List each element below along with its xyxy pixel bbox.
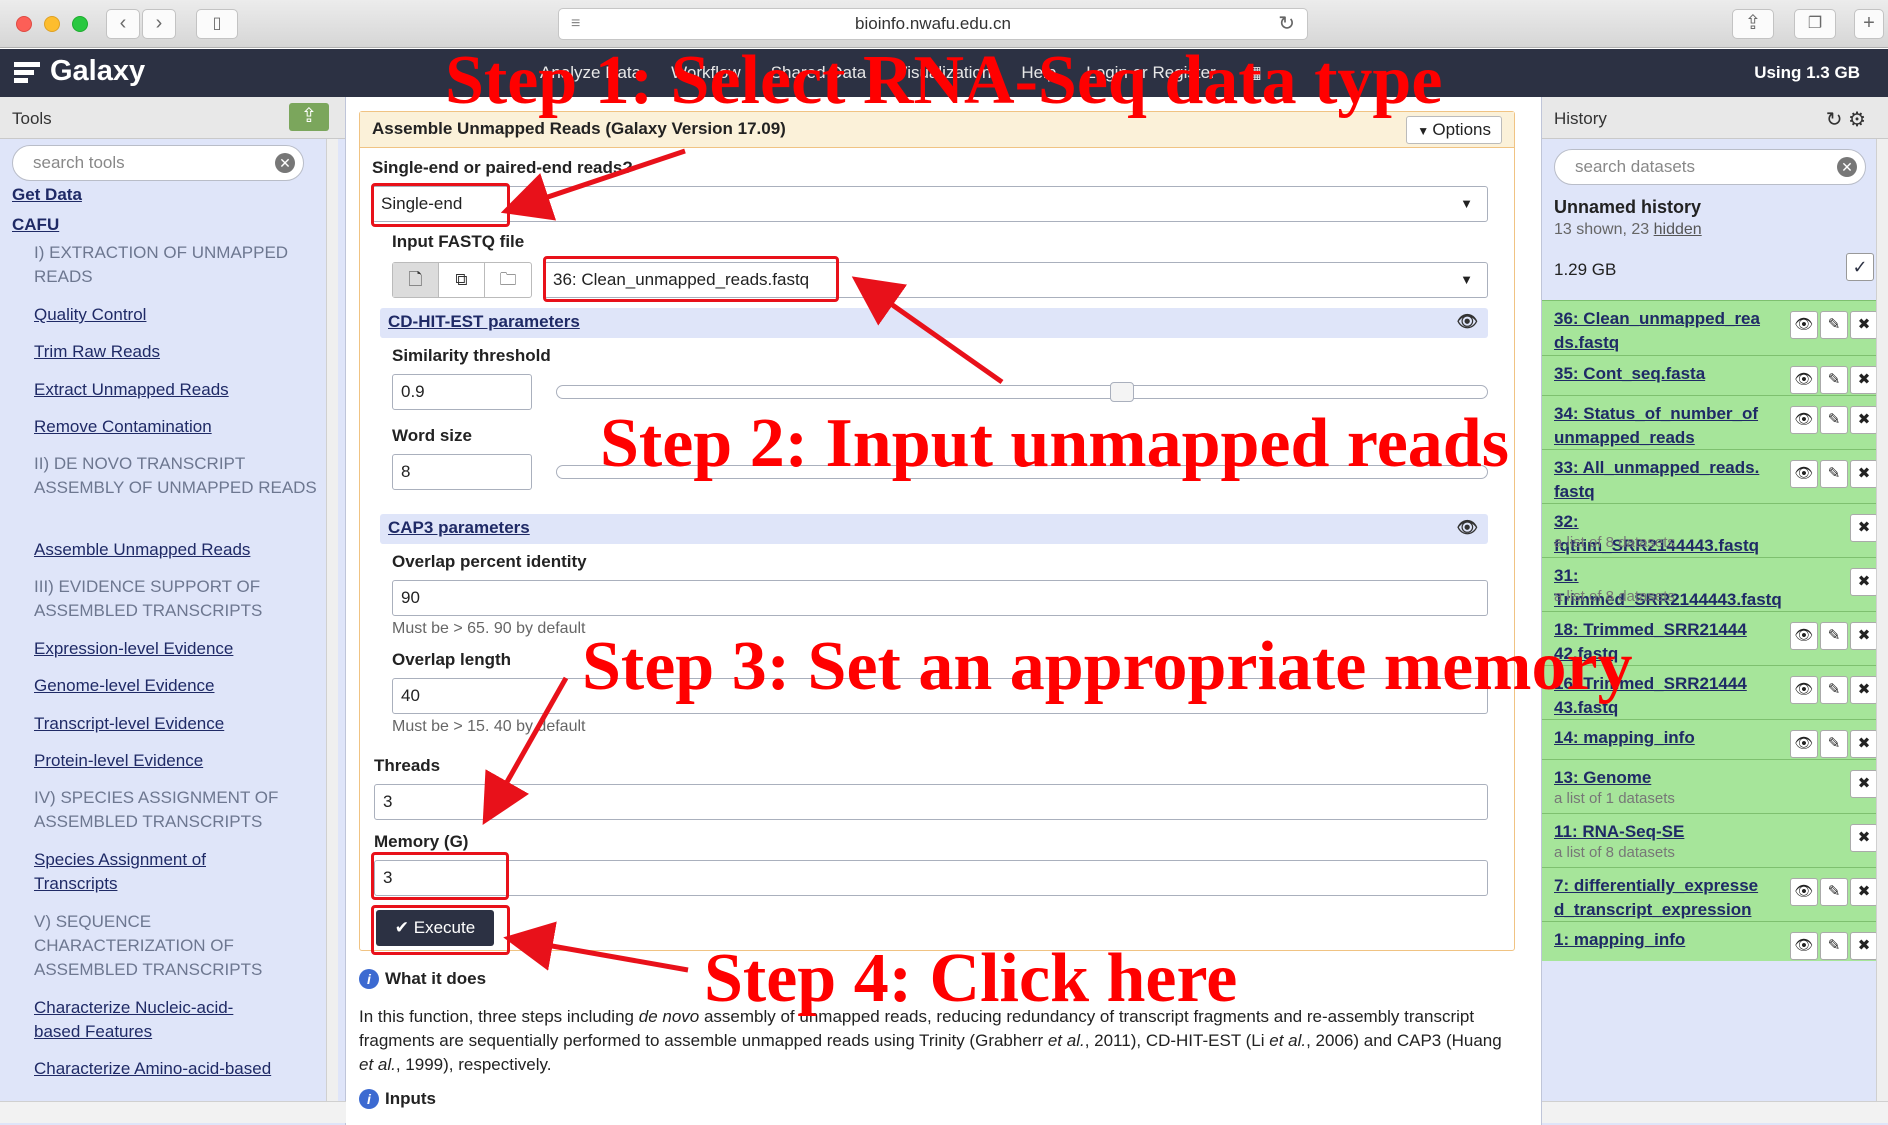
arrow-step1 [500, 148, 686, 221]
arrow-step2 [851, 276, 1004, 385]
arrow-step3 [482, 676, 569, 826]
arrow-step4 [503, 921, 689, 973]
annotation-arrows [482, 148, 1004, 973]
